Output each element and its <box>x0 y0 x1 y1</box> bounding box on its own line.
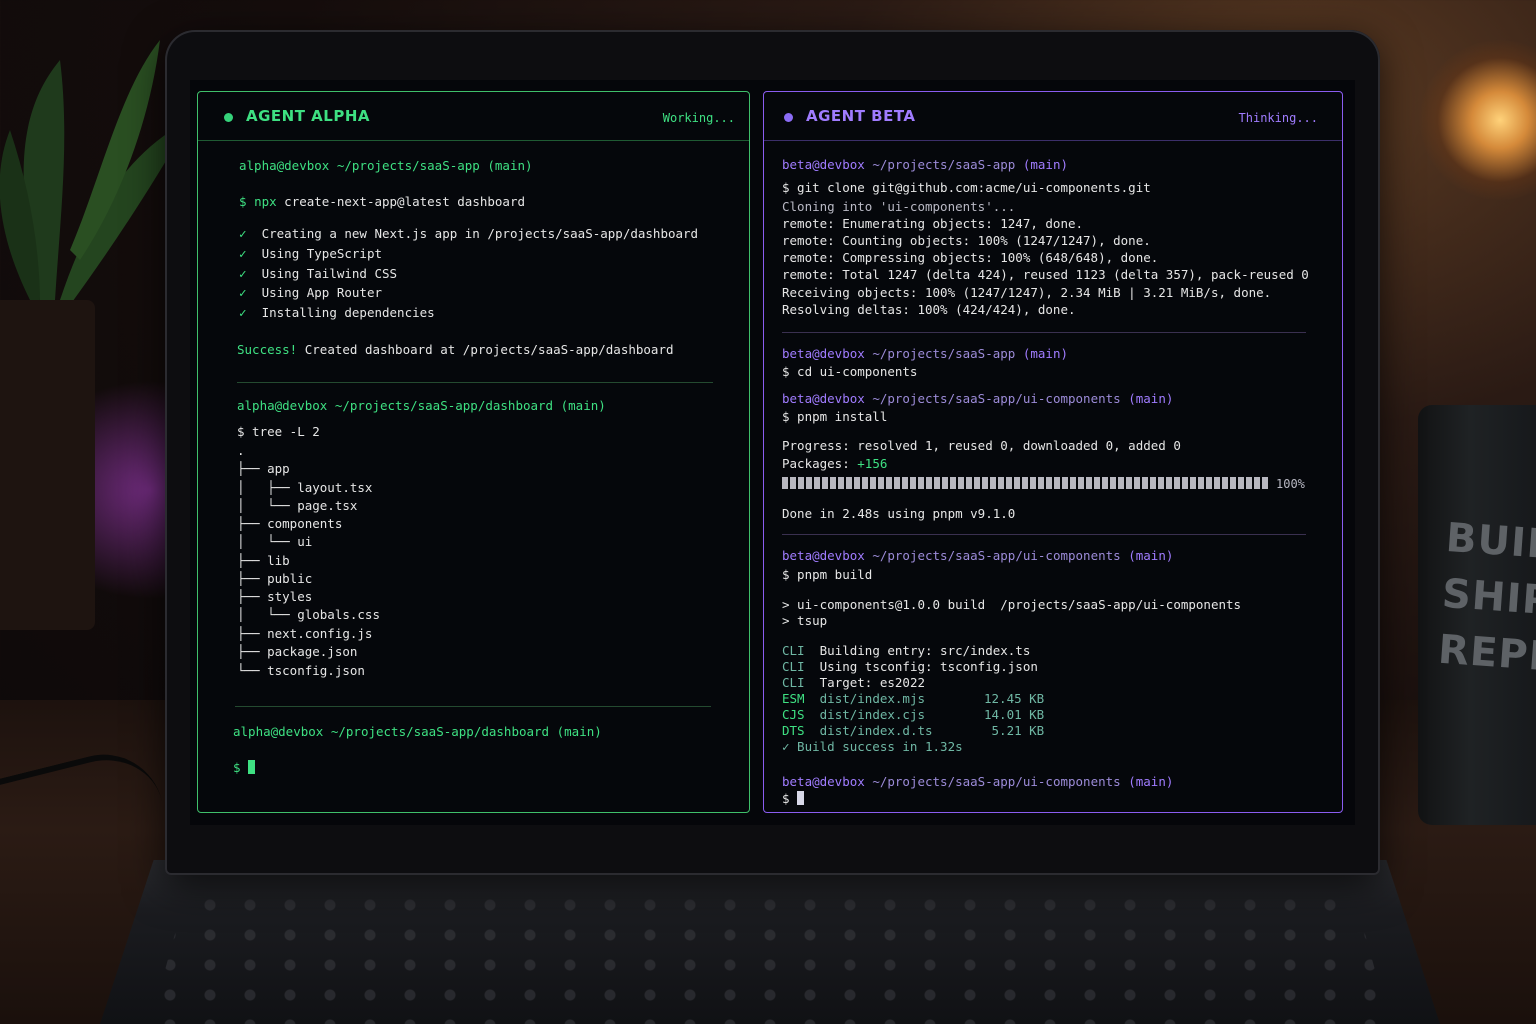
alpha-prompt-1: alpha@devbox ~/projects/saaS-app (main) <box>239 158 533 173</box>
clone-line: remote: Counting objects: 100% (1247/124… <box>782 233 1151 248</box>
install-progress-bar <box>782 477 1268 489</box>
agent-alpha-terminal[interactable]: AGENT ALPHA Working... alpha@devbox ~/pr… <box>197 91 750 813</box>
tree-line: │ └── page.tsx <box>237 498 358 513</box>
clone-line: Receiving objects: 100% (1247/1247), 2.3… <box>782 285 1272 300</box>
status-dot-icon <box>224 113 233 122</box>
done-line: Done in 2.48s using pnpm v9.1.0 <box>782 506 1016 521</box>
output-row: CJS dist/index.cjs <box>782 707 925 722</box>
packages-line: Packages: +156 <box>782 456 888 471</box>
beta-input-line[interactable]: $ <box>782 791 805 807</box>
output-row: ESM dist/index.mjs <box>782 691 925 706</box>
alpha-input-line[interactable]: $ <box>233 760 256 776</box>
alpha-check-row: ✓ Installing dependencies <box>239 305 435 320</box>
alpha-check-row: ✓ Using App Router <box>239 285 383 300</box>
tree-line: ├── styles <box>237 589 313 604</box>
tree-line: ├── next.config.js <box>237 626 373 641</box>
output-size: 14.01 KB <box>984 707 1045 722</box>
lamp-light <box>1420 40 1536 200</box>
beta-prompt-2: beta@devbox ~/projects/saaS-app (main) <box>782 346 1069 361</box>
build-line: > tsup <box>782 613 828 628</box>
alpha-check-row: ✓ Creating a new Next.js app in /project… <box>239 226 699 241</box>
tree-line: │ ├── layout.tsx <box>237 480 373 495</box>
alpha-header: AGENT ALPHA Working... <box>198 92 749 141</box>
tree-line: │ └── globals.css <box>237 607 380 622</box>
output-size: 12.45 KB <box>984 691 1045 706</box>
tree-line: ├── lib <box>237 553 290 568</box>
cli-row: CLI Target: es2022 <box>782 675 925 690</box>
beta-status: Thinking... <box>1238 111 1318 125</box>
clone-line: Cloning into 'ui-components'... <box>782 199 1016 214</box>
alpha-command-2: $ tree -L 2 <box>237 424 320 439</box>
beta-prompt-5: beta@devbox ~/projects/saaS-app/ui-compo… <box>782 774 1174 789</box>
tree-line: ├── components <box>237 516 343 531</box>
status-dot-icon <box>784 113 793 122</box>
beta-command-clone: $ git clone git@github.com:acme/ui-compo… <box>782 180 1151 195</box>
divider <box>237 382 713 383</box>
alpha-command-1: $ npx create-next-app@latest dashboard <box>239 194 525 209</box>
divider <box>782 332 1306 333</box>
clone-line: remote: Compressing objects: 100% (648/6… <box>782 250 1159 265</box>
beta-prompt-1: beta@devbox ~/projects/saaS-app (main) <box>782 157 1069 172</box>
tree-line: ├── app <box>237 461 290 476</box>
mug-text: BUILD SHIP REPEA <box>1436 514 1536 684</box>
output-size: 5.21 KB <box>984 723 1045 738</box>
alpha-success: Success! Created dashboard at /projects/… <box>237 342 674 357</box>
clone-line: Resolving deltas: 100% (424/424), done. <box>782 302 1076 317</box>
output-row: DTS dist/index.d.ts <box>782 723 933 738</box>
tree-line: │ └── ui <box>237 534 313 549</box>
beta-prompt-4: beta@devbox ~/projects/saaS-app/ui-compo… <box>782 548 1174 563</box>
tree-line: ├── package.json <box>237 644 358 659</box>
cli-row: CLI Building entry: src/index.ts <box>782 643 1031 658</box>
alpha-title: AGENT ALPHA <box>246 107 370 125</box>
build-line: > ui-components@1.0.0 build /projects/sa… <box>782 597 1242 612</box>
agent-beta-terminal[interactable]: AGENT BETA Thinking... beta@devbox ~/pro… <box>763 91 1343 813</box>
tree-line: └── tsconfig.json <box>237 663 365 678</box>
beta-prompt-3: beta@devbox ~/projects/saaS-app/ui-compo… <box>782 391 1174 406</box>
alpha-check-row: ✓ Using Tailwind CSS <box>239 266 398 281</box>
plant-pot <box>0 300 95 630</box>
divider <box>782 534 1306 535</box>
keyboard <box>150 890 1390 1024</box>
tree-line: ├── public <box>237 571 313 586</box>
tree-line: . <box>237 443 245 458</box>
alpha-status: Working... <box>662 111 735 125</box>
beta-command-install: $ pnpm install <box>782 409 888 424</box>
cursor <box>797 791 805 805</box>
beta-command-build: $ pnpm build <box>782 567 873 582</box>
clone-line: remote: Enumerating objects: 1247, done. <box>782 216 1084 231</box>
beta-command-cd: $ cd ui-components <box>782 364 918 379</box>
alpha-prompt-2: alpha@devbox ~/projects/saaS-app/dashboa… <box>237 398 606 413</box>
beta-title: AGENT BETA <box>806 107 916 125</box>
cli-row: CLI Using tsconfig: tsconfig.json <box>782 659 1038 674</box>
alpha-check-row: ✓ Using TypeScript <box>239 246 383 261</box>
progress-percent: 100% <box>1276 477 1305 491</box>
clone-line: remote: Total 1247 (delta 424), reused 1… <box>782 267 1309 282</box>
mug: BUILD SHIP REPEA <box>1418 405 1536 825</box>
beta-header: AGENT BETA Thinking... <box>764 92 1342 141</box>
progress-line: Progress: resolved 1, reused 0, download… <box>782 438 1181 453</box>
cursor <box>248 760 256 774</box>
build-success: ✓ Build success in 1.32s <box>782 739 963 754</box>
divider <box>235 706 711 707</box>
alpha-prompt-3: alpha@devbox ~/projects/saaS-app/dashboa… <box>233 724 602 739</box>
